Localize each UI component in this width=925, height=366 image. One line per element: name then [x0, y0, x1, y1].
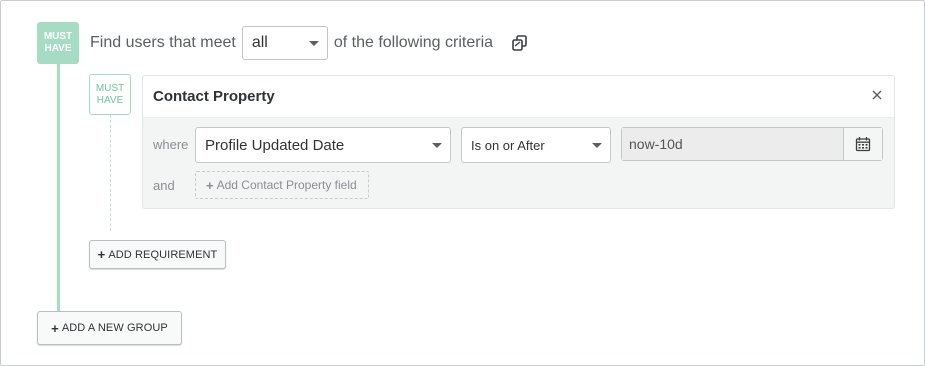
group-badge-line1: MUST	[43, 31, 73, 42]
date-value-input[interactable]	[622, 128, 843, 160]
match-type-select[interactable]: all	[241, 26, 328, 60]
requirement-connector-line	[110, 115, 111, 231]
add-group-label: ADD A NEW GROUP	[61, 322, 168, 334]
property-select-value: Profile Updated Date	[205, 136, 345, 154]
operator-select[interactable]: Is on or After	[461, 127, 611, 163]
property-select[interactable]: Profile Updated Date	[195, 127, 451, 163]
add-new-group-button[interactable]: + ADD A NEW GROUP	[37, 311, 182, 345]
match-type-value: all	[251, 34, 268, 51]
and-label: and	[153, 178, 175, 193]
chevron-down-icon	[432, 143, 442, 148]
calendar-icon[interactable]	[843, 128, 882, 160]
group-criteria-row: Find users that meet all of the followin…	[90, 26, 529, 60]
chevron-down-icon	[308, 41, 319, 46]
criteria-prefix-text: Find users that meet	[90, 34, 236, 51]
where-label: where	[153, 137, 189, 152]
requirement-must-have-badge: MUST HAVE	[89, 74, 131, 115]
card-title: Contact Property	[153, 88, 275, 105]
requirement-badge-line1: MUST	[95, 82, 125, 94]
copy-icon[interactable]	[511, 34, 529, 52]
requirement-badge-line2: HAVE	[96, 94, 124, 106]
criteria-suffix-text: of the following criteria	[333, 34, 494, 51]
operator-select-value: Is on or After	[471, 137, 545, 153]
add-field-label: Add Contact Property field	[216, 178, 357, 192]
group-badge-line2: HAVE	[44, 43, 72, 54]
plus-icon: +	[51, 320, 59, 336]
chevron-down-icon	[592, 143, 602, 148]
card-header: Contact Property	[143, 76, 894, 118]
add-requirement-button[interactable]: + ADD REQUIREMENT	[89, 240, 226, 269]
plus-icon: +	[97, 247, 106, 262]
add-requirement-label: ADD REQUIREMENT	[108, 248, 218, 261]
add-contact-property-field-button[interactable]: + Add Contact Property field	[195, 171, 369, 199]
plus-icon: +	[206, 177, 214, 193]
close-icon[interactable]	[870, 88, 884, 102]
contact-property-card: Contact Property where Profile Updated D…	[142, 75, 895, 209]
group-must-have-badge: MUST HAVE	[37, 22, 79, 64]
group-connector-line	[57, 64, 60, 311]
date-value-field	[621, 127, 883, 161]
